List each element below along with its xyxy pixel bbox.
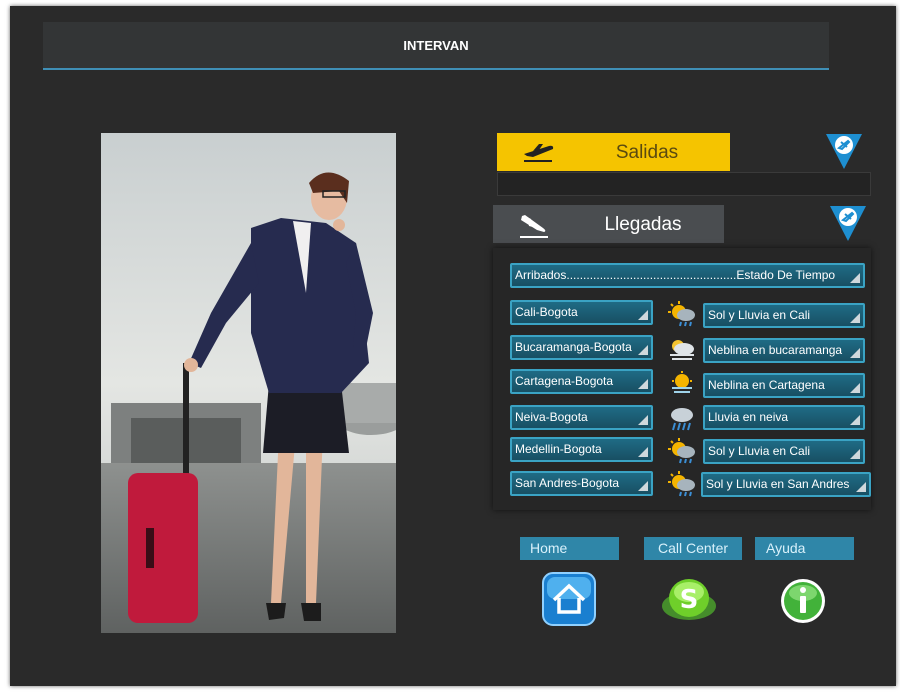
sun-rain-icon (668, 471, 696, 497)
route-label: Medellin-Bogota (515, 442, 602, 456)
fog-icon (668, 337, 696, 363)
weather-label: Sol y Lluvia en Cali (708, 444, 811, 458)
plane-takeoff-icon (521, 140, 555, 169)
weather-select[interactable]: Sol y Lluvia en San Andres (701, 472, 871, 497)
weather-label: Sol y Lluvia en Cali (708, 308, 811, 322)
weather-label: Neblina en bucaramanga (708, 343, 843, 357)
nav-home-button[interactable]: Home (520, 537, 619, 560)
traveler-photo (101, 133, 396, 633)
route-select[interactable]: Medellin-Bogota (510, 437, 653, 462)
arrivals-header-select[interactable]: Arribados...............................… (510, 263, 865, 288)
dropdown-arrow-icon (638, 310, 648, 320)
app-header: INTERVAN (43, 22, 829, 70)
dropdown-arrow-icon (638, 379, 648, 389)
route-select[interactable]: Neiva-Bogota (510, 405, 653, 430)
svg-text:S: S (680, 585, 699, 615)
plane-pin-icon[interactable] (825, 132, 863, 175)
dropdown-arrow-icon (850, 415, 860, 425)
dropdown-arrow-icon (638, 345, 648, 355)
weather-select[interactable]: Neblina en Cartagena (703, 373, 865, 398)
weather-select[interactable]: Sol y Lluvia en Cali (703, 303, 865, 328)
weather-label: Lluvia en neiva (708, 410, 789, 424)
weather-label: Sol y Lluvia en San Andres (706, 477, 850, 491)
info-icon[interactable] (780, 578, 826, 629)
sun-rain-icon (668, 438, 696, 464)
dropdown-arrow-icon (850, 348, 860, 358)
tab-llegadas-label: Llegadas (604, 214, 682, 235)
route-label: Cali-Bogota (515, 305, 578, 319)
dropdown-arrow-icon (638, 415, 648, 425)
weather-label: Neblina en Cartagena (708, 378, 825, 392)
dropdown-arrow-icon (850, 383, 860, 393)
route-select[interactable]: Cartagena-Bogota (510, 369, 653, 394)
dropdown-arrow-icon (850, 273, 860, 283)
route-label: Cartagena-Bogota (515, 374, 614, 388)
nav-help-button[interactable]: Ayuda (755, 537, 854, 560)
home-icon[interactable] (542, 572, 596, 631)
dropdown-arrow-icon (850, 313, 860, 323)
weather-select[interactable]: Sol y Lluvia en Cali (703, 439, 865, 464)
weather-select[interactable]: Neblina en bucaramanga (703, 338, 865, 363)
arrivals-header-label: Arribados...............................… (515, 268, 836, 282)
rain-icon (668, 406, 696, 432)
page-title: INTERVAN (403, 38, 469, 53)
weather-select[interactable]: Lluvia en neiva (703, 405, 865, 430)
sun-rain-icon (668, 301, 696, 327)
plane-pin-icon[interactable] (829, 204, 867, 247)
route-label: Neiva-Bogota (515, 410, 588, 424)
tab-llegadas[interactable]: Llegadas (493, 205, 724, 243)
sun-haze-icon (668, 371, 696, 397)
nav-call-center-button[interactable]: Call Center (644, 537, 742, 560)
route-select[interactable]: San Andres-Bogota (510, 471, 653, 496)
skype-icon[interactable]: S (659, 572, 719, 633)
tab-salidas[interactable]: Salidas (497, 133, 730, 171)
route-select[interactable]: Bucaramanga-Bogota (510, 335, 653, 360)
dropdown-arrow-icon (856, 482, 866, 492)
dropdown-arrow-icon (638, 447, 648, 457)
route-label: Bucaramanga-Bogota (515, 340, 632, 354)
salidas-content (497, 172, 871, 196)
tab-salidas-label: Salidas (615, 142, 679, 163)
dropdown-arrow-icon (638, 481, 648, 491)
dropdown-arrow-icon (850, 449, 860, 459)
route-select[interactable]: Cali-Bogota (510, 300, 653, 325)
route-label: San Andres-Bogota (515, 476, 620, 490)
plane-landing-icon (517, 212, 551, 245)
